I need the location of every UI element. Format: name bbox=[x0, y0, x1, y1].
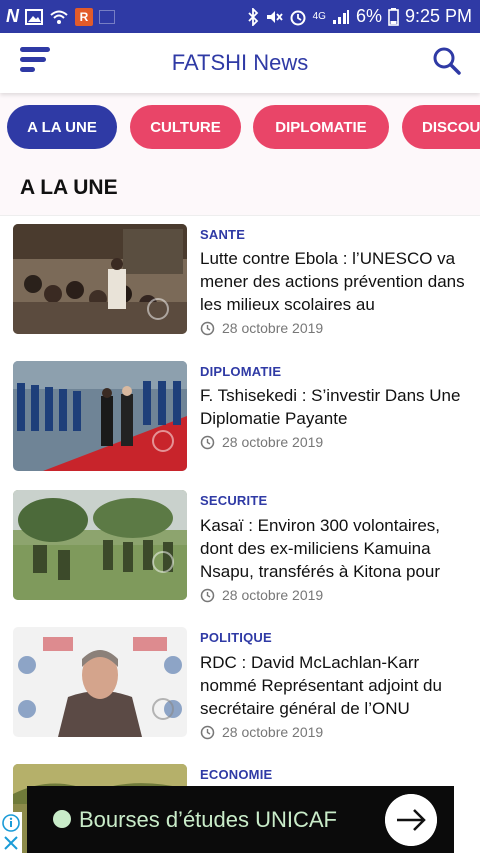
signal-icon bbox=[332, 9, 349, 24]
clock-icon bbox=[200, 435, 215, 449]
section-title: A LA UNE bbox=[20, 176, 118, 199]
clock-icon bbox=[200, 321, 215, 335]
bluetooth-icon bbox=[247, 7, 258, 26]
image-icon bbox=[25, 8, 43, 25]
app-bar: FATSHI News bbox=[0, 33, 480, 93]
article-item[interactable]: DIPLOMATIE F. Tshisekedi : S’investir Da… bbox=[0, 351, 480, 479]
article-date: 28 octobre 2019 bbox=[222, 320, 324, 336]
article-list: SANTE Lutte contre Ebola : l’UNESCO va m… bbox=[0, 215, 480, 853]
article-thumbnail bbox=[13, 490, 187, 600]
tab-discours[interactable]: DISCOU bbox=[402, 105, 480, 149]
article-item[interactable]: POLITIQUE RDC : David McLachlan-Karr nom… bbox=[0, 616, 480, 753]
ad-controls bbox=[0, 812, 22, 853]
ad-text: Bourses d’études UNICAF bbox=[79, 806, 337, 832]
article-item[interactable]: SECURITE Kasaï : Environ 300 volontaires… bbox=[0, 479, 480, 616]
article-category: SECURITE bbox=[200, 493, 268, 508]
clock-time: 9:25 PM bbox=[404, 6, 472, 26]
article-date-row: 28 octobre 2019 bbox=[200, 434, 323, 450]
article-thumbnail bbox=[13, 627, 187, 737]
category-tabs: A LA UNE CULTURE DIPLOMATIE DISCOU bbox=[0, 93, 480, 161]
clock-icon bbox=[200, 725, 215, 739]
app-title: FATSHI News bbox=[171, 50, 309, 75]
menu-icon bbox=[20, 47, 50, 52]
battery-percent: 6% bbox=[355, 6, 382, 26]
tab-culture[interactable]: CULTURE bbox=[130, 105, 241, 149]
network-type-label: 4G bbox=[312, 11, 326, 22]
mute-icon bbox=[266, 10, 283, 23]
article-date: 28 octobre 2019 bbox=[222, 587, 324, 603]
article-title: Lutte contre Ebola : l’UNESCO va mener d… bbox=[200, 249, 465, 314]
clock-icon bbox=[200, 588, 215, 602]
app-r-icon: R bbox=[75, 7, 93, 26]
wifi-icon bbox=[50, 10, 68, 24]
status-bar: N R 4G 6% 9:25 PM bbox=[0, 0, 480, 33]
tab-a-la-une[interactable]: A LA UNE bbox=[7, 105, 117, 149]
search-icon[interactable] bbox=[432, 46, 462, 76]
article-date-row: 28 octobre 2019 bbox=[200, 587, 323, 603]
article-thumbnail bbox=[13, 361, 187, 471]
article-date-row: 28 octobre 2019 bbox=[200, 724, 323, 740]
alarm-icon bbox=[290, 10, 306, 25]
close-icon[interactable] bbox=[3, 835, 19, 851]
article-thumbnail bbox=[13, 224, 187, 334]
menu-button[interactable] bbox=[20, 47, 52, 77]
article-item[interactable]: SANTE Lutte contre Ebola : l’UNESCO va m… bbox=[0, 216, 480, 351]
article-title: Kasaï : Environ 300 volontaires, dont de… bbox=[200, 516, 441, 581]
article-category: POLITIQUE bbox=[200, 630, 272, 645]
article-date: 28 octobre 2019 bbox=[222, 724, 324, 740]
arrow-right-icon[interactable] bbox=[385, 794, 437, 846]
article-date: 28 octobre 2019 bbox=[222, 434, 324, 450]
info-icon[interactable] bbox=[2, 814, 20, 832]
placeholder-icon bbox=[99, 9, 115, 24]
globe-icon bbox=[53, 810, 71, 828]
article-category: DIPLOMATIE bbox=[200, 364, 282, 379]
ad-banner[interactable]: Bourses d’études UNICAF bbox=[27, 786, 454, 853]
article-title: RDC : David McLachlan-Karr nommé Représe… bbox=[200, 653, 442, 718]
article-title: F. Tshisekedi : S’investir Dans Une Dipl… bbox=[200, 386, 461, 428]
tab-diplomatie[interactable]: DIPLOMATIE bbox=[253, 105, 389, 149]
notification-n-icon: N bbox=[6, 6, 19, 26]
article-date-row: 28 octobre 2019 bbox=[200, 320, 323, 336]
battery-icon bbox=[388, 7, 399, 26]
article-category: ECONOMIE bbox=[200, 767, 273, 782]
section-header: A LA UNE bbox=[0, 161, 480, 215]
article-category: SANTE bbox=[200, 227, 246, 242]
